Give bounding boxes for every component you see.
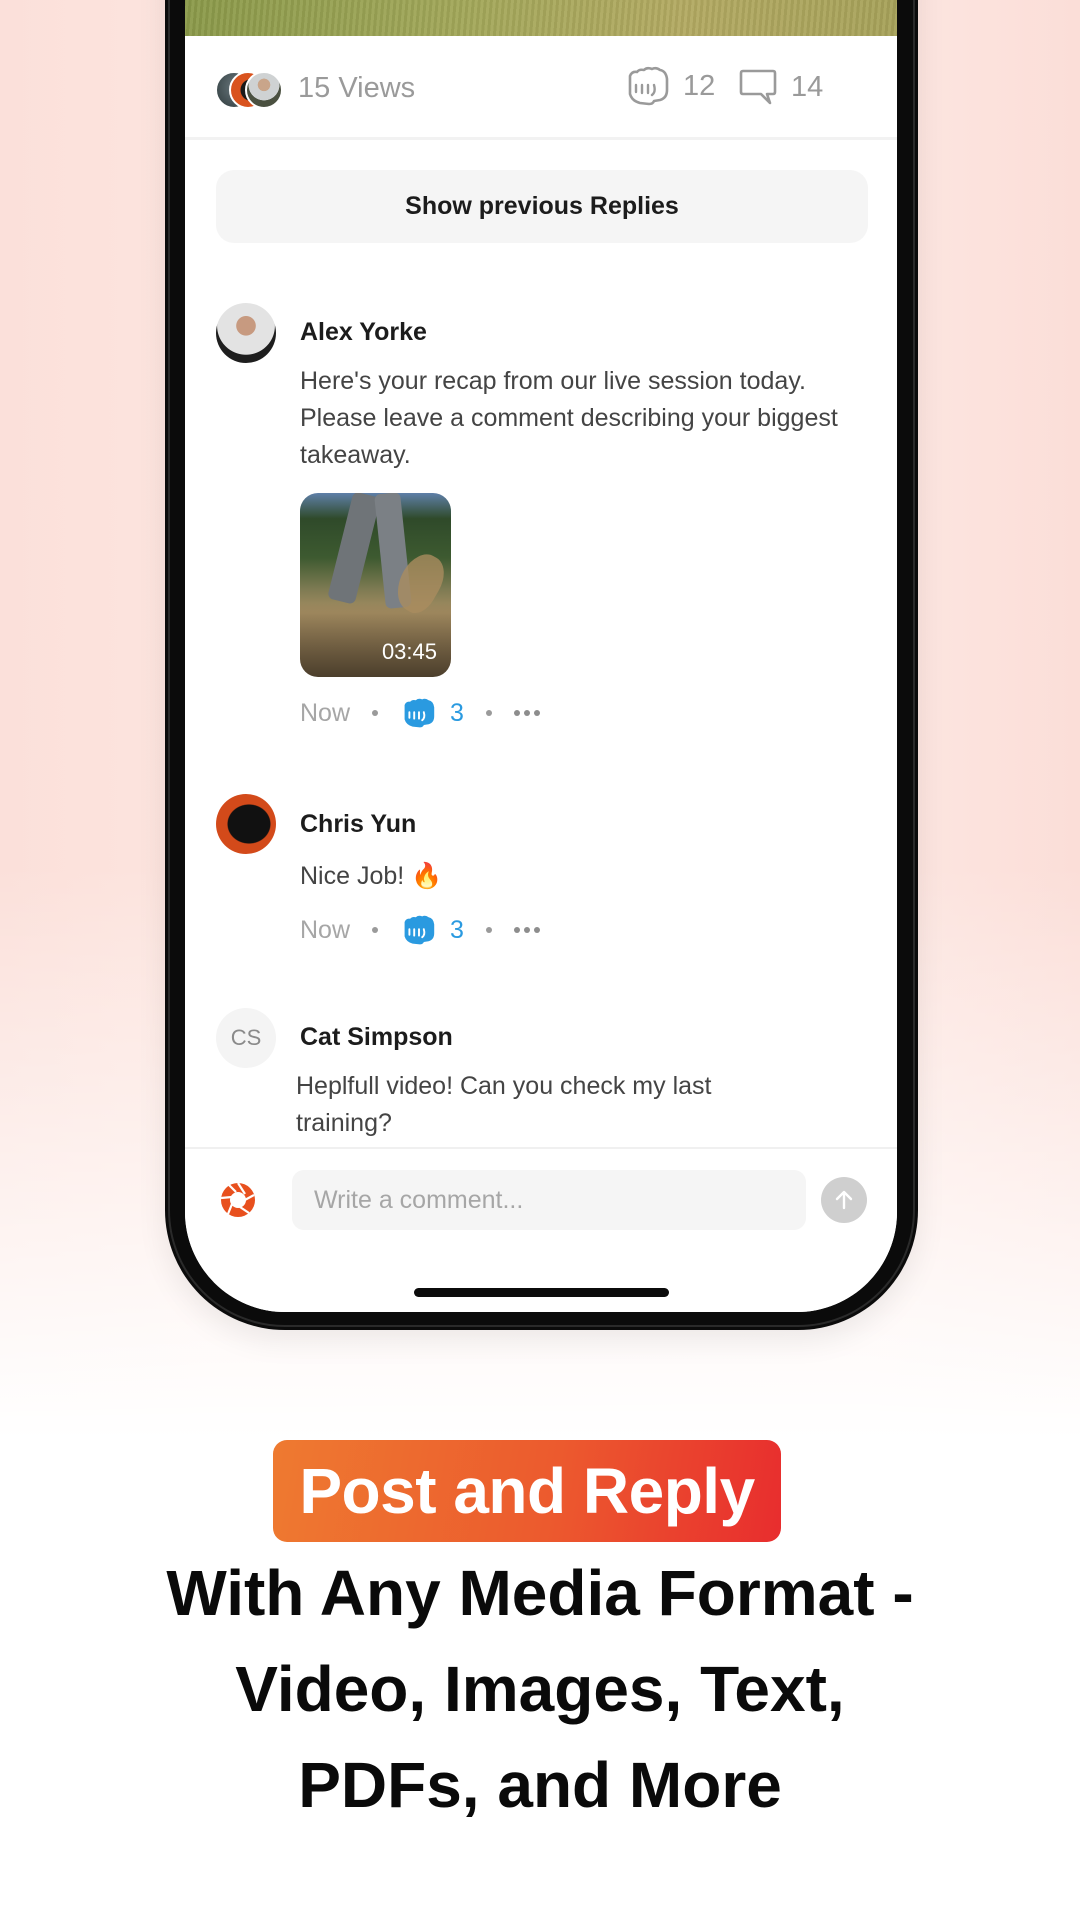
- headline-line: Video, Images, Text,: [235, 1653, 845, 1725]
- feature-title-badge: Post and Reply: [273, 1440, 781, 1542]
- post-stats-bar: 15 Views 12 14: [185, 36, 897, 140]
- avatar-initials: CS: [230, 1025, 262, 1050]
- comment-meta: Now 3: [300, 697, 540, 729]
- video-duration: 03:45: [381, 639, 437, 664]
- send-button[interactable]: [821, 1177, 867, 1223]
- fist-bump-icon[interactable]: [400, 914, 438, 946]
- phone-screen: 15 Views 12 14 Show previous Replies Ale…: [185, 0, 897, 1312]
- comment-time: Now: [300, 698, 351, 727]
- avatar[interactable]: [216, 794, 276, 854]
- comment-author[interactable]: Alex Yorke: [300, 318, 427, 347]
- separator-dot: [485, 710, 492, 716]
- avatar[interactable]: [216, 303, 276, 363]
- headline-line: PDFs, and More: [298, 1749, 782, 1821]
- more-options-icon[interactable]: [513, 710, 540, 716]
- speech-bubble-icon: [739, 69, 777, 105]
- comment-meta: Now 3: [300, 914, 540, 946]
- viewer-avatars[interactable]: [215, 71, 287, 109]
- reaction-count: 3: [450, 698, 464, 727]
- video-attachment[interactable]: 03:45: [300, 493, 451, 677]
- separator-dot: [372, 927, 379, 933]
- comment-text: Nice Job! 🔥: [300, 862, 443, 890]
- phone-frame: 15 Views 12 14 Show previous Replies Ale…: [165, 0, 918, 1330]
- arrow-up-icon: [835, 1190, 853, 1210]
- show-previous-replies-button[interactable]: Show previous Replies: [216, 170, 868, 243]
- comments-stat[interactable]: 14: [737, 66, 823, 108]
- comments-count: 14: [791, 70, 824, 103]
- post-media-image[interactable]: [185, 0, 897, 36]
- viewer-avatar: [245, 71, 283, 109]
- feature-headline: With Any Media Format - Video, Images, T…: [0, 1545, 1080, 1833]
- reaction-count: 3: [450, 915, 464, 944]
- video-frame-detail: [327, 493, 381, 605]
- separator-dot: [372, 710, 379, 716]
- comment-text: Here's your recap from our live session …: [300, 367, 838, 469]
- reactions-count: 12: [683, 69, 716, 102]
- home-indicator[interactable]: [414, 1288, 669, 1297]
- comment-input[interactable]: [292, 1170, 806, 1230]
- comment-text: Heplfull video! Can you check my last tr…: [296, 1072, 712, 1137]
- separator-dot: [485, 927, 492, 933]
- reactions-stat[interactable]: 12: [625, 66, 715, 106]
- comment-time: Now: [300, 915, 351, 944]
- comment-author[interactable]: Chris Yun: [300, 810, 416, 839]
- comment-author[interactable]: Cat Simpson: [300, 1023, 453, 1052]
- brand-logo-icon: [220, 1182, 255, 1217]
- fist-bump-icon[interactable]: [400, 697, 438, 729]
- more-options-icon[interactable]: [513, 927, 540, 933]
- views-count[interactable]: 15 Views: [298, 72, 415, 105]
- initials-avatar[interactable]: CS: [216, 1008, 276, 1068]
- headline-line: With Any Media Format -: [166, 1557, 914, 1629]
- fist-bump-icon: [628, 66, 669, 106]
